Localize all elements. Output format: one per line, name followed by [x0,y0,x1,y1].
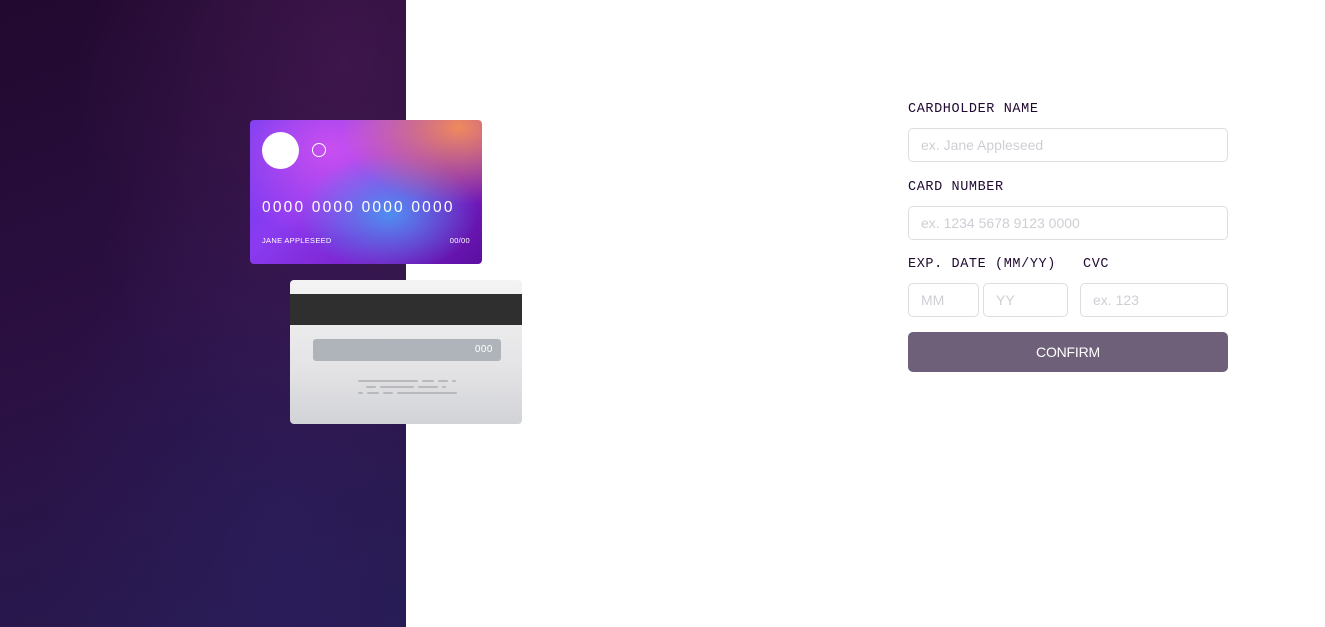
card-number-input[interactable] [908,206,1228,240]
confirm-button[interactable]: CONFIRM [908,332,1228,372]
magnetic-stripe [290,294,522,325]
card-back-cvc: 000 [474,344,493,355]
card-front-number: 0000 0000 0000 0000 [262,199,455,216]
cvc-input[interactable] [1080,283,1228,317]
card-front-expiry: 00/00 [449,236,470,245]
card-back-fine-print [358,380,458,398]
cardholder-name-input[interactable] [908,128,1228,162]
cvc-label: CVC [1083,257,1110,272]
signature-strip: 000 [313,339,501,361]
expiry-month-input[interactable] [908,283,979,317]
page: 0000 0000 0000 0000 JANE APPLESEED 00/00… [0,0,1325,627]
card-logo-circle-filled-icon [262,132,299,169]
expiry-year-input[interactable] [983,283,1068,317]
card-back: 000 [290,280,522,424]
card-front: 0000 0000 0000 0000 JANE APPLESEED 00/00 [250,120,482,264]
card-number-label: CARD NUMBER [908,180,1004,195]
cardholder-name-label: CARDHOLDER NAME [908,102,1039,117]
card-logo-circle-outline-icon [312,143,326,157]
expiry-date-label: EXP. DATE (MM/YY) [908,257,1056,272]
card-front-name: JANE APPLESEED [262,236,332,245]
